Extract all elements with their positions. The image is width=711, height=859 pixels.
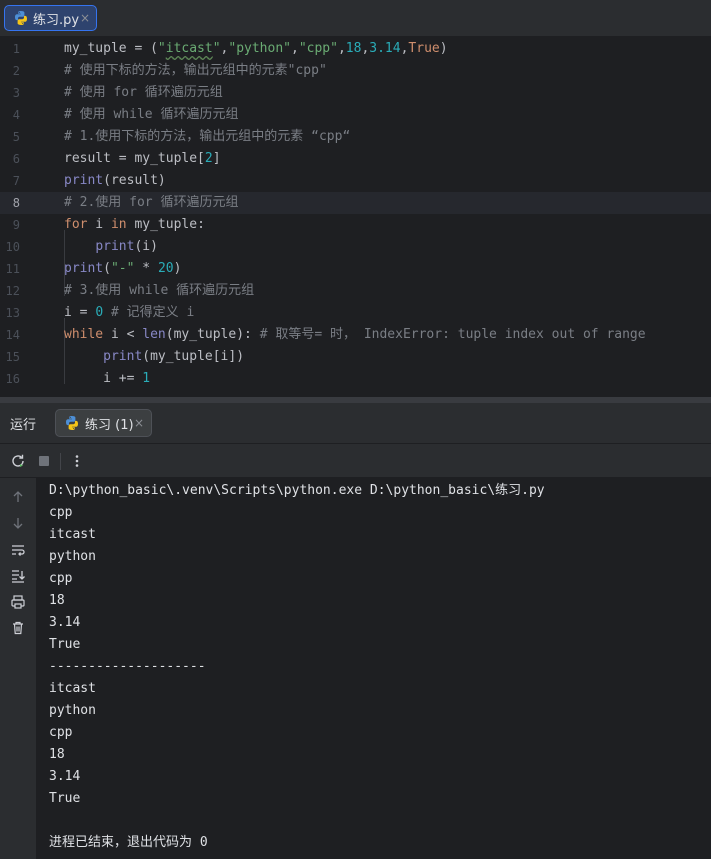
code-text: result = my_tuple[2] xyxy=(64,151,221,166)
toolbar-separator xyxy=(60,453,61,470)
code-editor[interactable]: 1 my_tuple = ("itcast","python","cpp",18,… xyxy=(0,37,711,397)
run-panel-title: 运行 xyxy=(10,418,37,433)
code-text: # 3.使用 while 循环遍历元组 xyxy=(64,283,255,298)
line-number: 14 xyxy=(5,328,20,342)
console-line: itcast xyxy=(49,527,96,542)
line-number: 5 xyxy=(12,130,20,144)
code-text: print(my_tuple[i]) xyxy=(103,349,245,364)
arrow-up-icon[interactable] xyxy=(9,488,27,506)
code-line[interactable]: 14 while i < len(my_tuple): # 取等号= 时， Ind… xyxy=(0,324,711,346)
line-number: 8 xyxy=(12,196,20,210)
code-line[interactable]: 8 # 2.使用 for 循环遍历元组 xyxy=(0,192,711,214)
line-number: 6 xyxy=(12,152,20,166)
line-number: 4 xyxy=(12,108,20,122)
line-number: 10 xyxy=(5,240,20,254)
console-line: itcast xyxy=(49,681,96,696)
console-line: -------------------- xyxy=(49,659,206,674)
rerun-icon[interactable] xyxy=(9,452,27,470)
line-number: 15 xyxy=(5,350,20,364)
code-text: while i < len(my_tuple): # 取等号= 时， Index… xyxy=(64,327,646,342)
run-tab-label: 练习 (1) xyxy=(85,417,134,433)
console-line: python xyxy=(49,703,96,718)
editor-tab-label: 练习.py xyxy=(33,12,80,28)
python-run-icon xyxy=(66,416,78,430)
line-number: 16 xyxy=(5,372,20,386)
code-line[interactable]: 9 for i in my_tuple: xyxy=(0,214,711,236)
console-line: python xyxy=(49,549,96,564)
console-output[interactable]: D:\python_basic\.venv\Scripts\python.exe… xyxy=(36,478,711,859)
close-icon[interactable]: × xyxy=(134,416,144,430)
code-text: print(result) xyxy=(64,173,166,188)
run-config-tab[interactable]: 练习 (1) × xyxy=(55,409,152,437)
console-line: True xyxy=(49,791,81,806)
code-line[interactable]: 15 print(my_tuple[i]) xyxy=(0,346,711,368)
line-number: 12 xyxy=(5,284,20,298)
console-line: cpp xyxy=(49,571,73,586)
code-line[interactable]: 4 # 使用 while 循环遍历元组 xyxy=(0,104,711,126)
code-line[interactable]: 13 i = 0 # 记得定义 i xyxy=(0,302,711,324)
code-text: for i in my_tuple: xyxy=(64,217,205,232)
scroll-to-end-icon[interactable] xyxy=(9,567,27,585)
console-line: 3.14 xyxy=(49,769,81,784)
close-icon[interactable]: × xyxy=(80,12,90,24)
run-toolbar xyxy=(0,443,711,478)
run-panel: 运行 练习 (1) × D:\python_basic\.venv\Script… xyxy=(0,403,711,859)
code-line[interactable]: 11 print("-" * 20) xyxy=(0,258,711,280)
code-line[interactable]: 7 print(result) xyxy=(0,170,711,192)
run-panel-header: 运行 练习 (1) × xyxy=(0,403,711,443)
code-line[interactable]: 12 # 3.使用 while 循环遍历元组 xyxy=(0,280,711,302)
soft-wrap-icon[interactable] xyxy=(9,541,27,559)
line-number: 9 xyxy=(12,218,20,232)
code-line[interactable]: 6 result = my_tuple[2] xyxy=(0,148,711,170)
line-number: 2 xyxy=(12,64,20,78)
line-number: 7 xyxy=(12,174,20,188)
code-line[interactable]: 3 # 使用 for 循环遍历元组 xyxy=(0,82,711,104)
console-line: cpp xyxy=(49,725,73,740)
editor-tab-bar: 练习.py × xyxy=(0,0,711,37)
code-text: # 1.使用下标的方法，输出元组中的元素 “cpp“ xyxy=(64,129,351,144)
code-line[interactable]: 1 my_tuple = ("itcast","python","cpp",18,… xyxy=(0,38,711,60)
line-number: 11 xyxy=(5,262,20,276)
code-text: i = 0 # 记得定义 i xyxy=(64,305,195,320)
python-file-icon xyxy=(15,11,27,25)
code-text: # 使用下标的方法，输出元组中的元素"cpp" xyxy=(64,63,327,78)
console-line: 18 xyxy=(49,593,65,608)
arrow-down-icon[interactable] xyxy=(9,514,27,532)
editor-tab-practice[interactable]: 练习.py × xyxy=(4,5,97,31)
code-text: # 2.使用 for 循环遍历元组 xyxy=(64,195,239,210)
code-text: # 使用 for 循环遍历元组 xyxy=(64,85,223,100)
line-number: 13 xyxy=(5,306,20,320)
console-line: cpp xyxy=(49,505,73,520)
more-vertical-icon[interactable] xyxy=(68,452,86,470)
code-text: # 使用 while 循环遍历元组 xyxy=(64,107,239,122)
code-text: print(i) xyxy=(95,239,158,254)
code-line[interactable]: 10 print(i) xyxy=(0,236,711,258)
line-number: 3 xyxy=(12,86,20,100)
console-line: D:\python_basic\.venv\Scripts\python.exe… xyxy=(49,483,545,498)
stop-icon[interactable] xyxy=(35,452,53,470)
line-number: 1 xyxy=(12,42,20,56)
print-icon[interactable] xyxy=(9,593,27,611)
code-text: print("-" * 20) xyxy=(64,261,182,276)
run-side-toolbar xyxy=(0,478,36,859)
trash-icon[interactable] xyxy=(9,619,27,637)
code-text: i += 1 xyxy=(64,371,151,386)
console-line: 进程已结束，退出代码为 0 xyxy=(49,835,208,850)
code-line[interactable]: 16 i += 1 xyxy=(0,368,711,390)
console-line: True xyxy=(49,637,81,652)
console-line: 18 xyxy=(49,747,65,762)
code-text: my_tuple = ("itcast","python","cpp",18,3… xyxy=(64,41,448,56)
console-line: 3.14 xyxy=(49,615,81,630)
code-line[interactable]: 5 # 1.使用下标的方法，输出元组中的元素 “cpp“ xyxy=(0,126,711,148)
code-line[interactable]: 2 # 使用下标的方法，输出元组中的元素"cpp" xyxy=(0,60,711,82)
